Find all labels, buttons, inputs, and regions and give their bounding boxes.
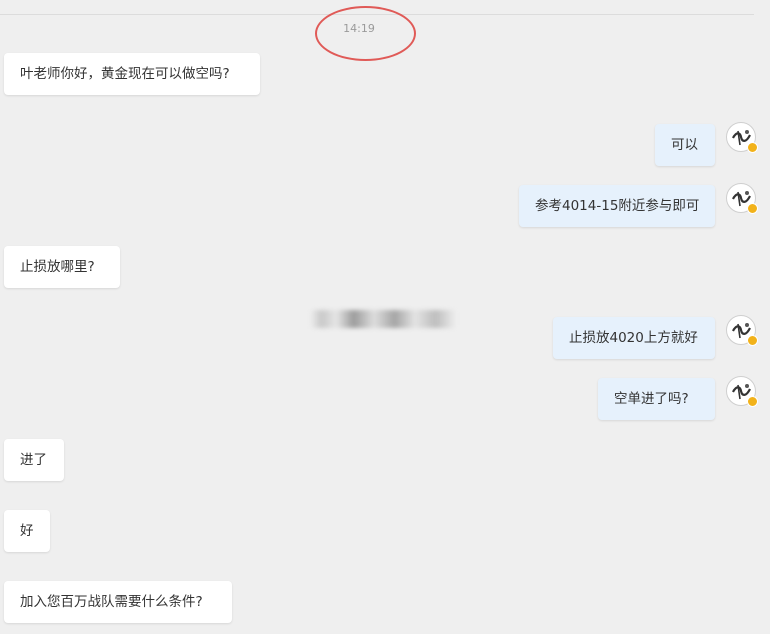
verified-badge-icon — [747, 396, 758, 407]
incoming-message-bubble[interactable]: 止损放哪里? — [4, 246, 120, 288]
outgoing-message-bubble[interactable]: 止损放4020上方就好 — [553, 317, 715, 359]
message-text: 叶老师你好，黄金现在可以做空吗? — [20, 66, 230, 82]
incoming-message-bubble[interactable]: 好 — [4, 510, 50, 552]
message-text: 进了 — [20, 452, 47, 468]
outgoing-message-bubble[interactable]: 参考4014-15附近参与即可 — [519, 185, 715, 227]
message-text: 止损放4020上方就好 — [569, 330, 698, 346]
outgoing-message-bubble[interactable]: 可以 — [655, 124, 715, 166]
outgoing-message-bubble[interactable]: 空单进了吗? — [598, 378, 715, 420]
teacher-avatar-icon[interactable] — [726, 315, 758, 346]
verified-badge-icon — [747, 335, 758, 346]
teacher-avatar-icon[interactable] — [726, 183, 758, 214]
teacher-avatar-icon[interactable] — [726, 122, 758, 153]
incoming-message-bubble[interactable]: 加入您百万战队需要什么条件? — [4, 581, 232, 623]
incoming-message-bubble[interactable]: 叶老师你好，黄金现在可以做空吗? — [4, 53, 260, 95]
redacted-content — [310, 310, 456, 328]
message-text: 空单进了吗? — [614, 391, 689, 407]
message-text: 好 — [20, 523, 34, 539]
annotation-circle — [315, 6, 416, 61]
incoming-message-bubble[interactable]: 进了 — [4, 439, 64, 481]
message-text: 参考4014-15附近参与即可 — [535, 198, 700, 214]
teacher-avatar-icon[interactable] — [726, 376, 758, 407]
message-text: 加入您百万战队需要什么条件? — [20, 594, 203, 610]
verified-badge-icon — [747, 203, 758, 214]
message-text: 止损放哪里? — [20, 259, 95, 275]
message-text: 可以 — [671, 137, 698, 153]
verified-badge-icon — [747, 142, 758, 153]
